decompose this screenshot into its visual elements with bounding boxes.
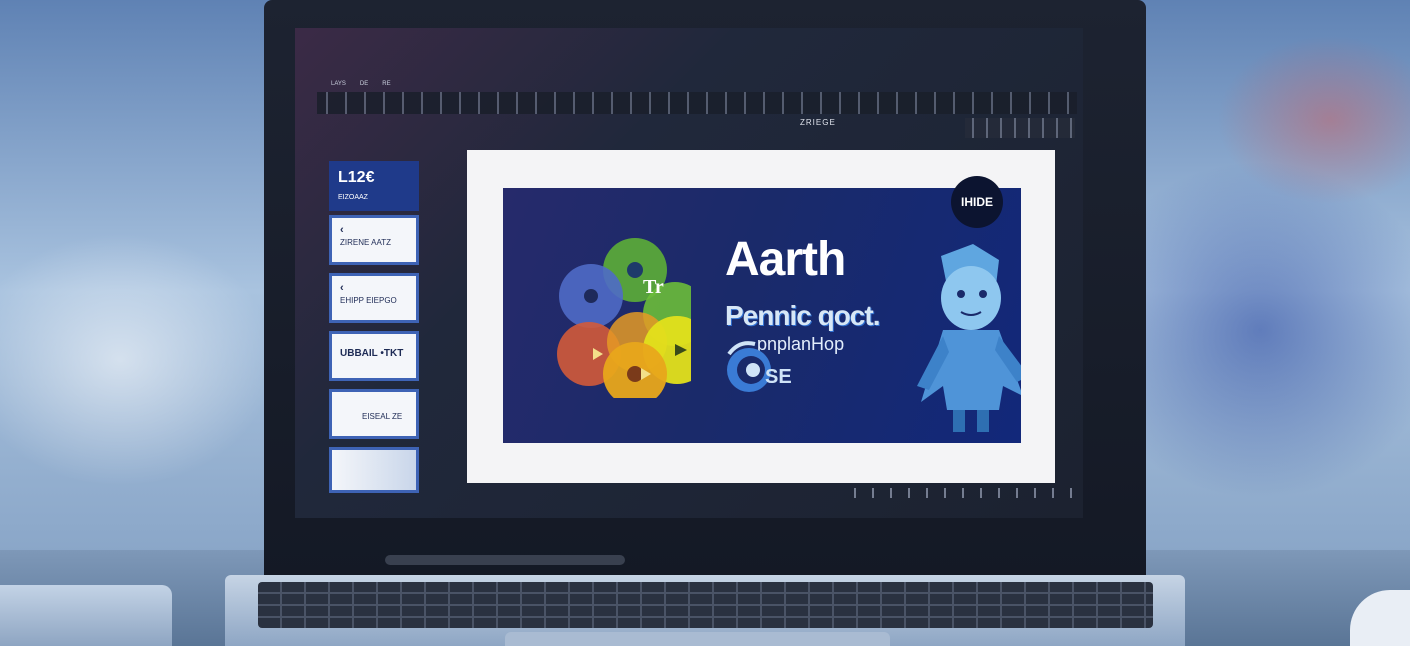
slide-thumbnail-1[interactable]: L12€ EIZOAAZ bbox=[329, 161, 419, 211]
trackpad bbox=[505, 632, 890, 646]
chevron-left-icon: ‹ bbox=[340, 282, 344, 294]
slide-canvas[interactable]: Tr Aarth Pennic qoct. pnplanHop SE IHIDE bbox=[467, 150, 1055, 483]
chevron-left-icon: ‹ bbox=[340, 224, 344, 236]
document-name: ZRIEGE bbox=[800, 118, 836, 127]
slide-thumbnails: L12€ EIZOAAZ ‹ ZIRENE AATZ ‹ EHIPP EIEPG… bbox=[329, 161, 421, 501]
laptop-hinge bbox=[385, 555, 625, 565]
thumb-title: L12€ bbox=[338, 169, 375, 186]
slide-subtitle[interactable]: Pennic qoct. bbox=[725, 300, 880, 332]
slide-thumbnail-3[interactable]: ‹ EHIPP EIEPGO bbox=[329, 273, 419, 323]
slide-thumbnail-6[interactable] bbox=[329, 447, 419, 493]
slide-thumbnail-4[interactable]: UBBAIL •TKT bbox=[329, 331, 419, 381]
menu-item-de[interactable]: DE bbox=[360, 81, 368, 87]
current-slide[interactable]: Tr Aarth Pennic qoct. pnplanHop SE bbox=[503, 188, 1021, 443]
keyboard-rows bbox=[258, 582, 1153, 628]
menu-item-re[interactable]: RE bbox=[382, 81, 390, 87]
laptop-screen: LAYS DE RE ZRIEGE L12€ EIZOAAZ ‹ ZIRENE … bbox=[295, 28, 1083, 518]
logo-text: SE bbox=[765, 366, 792, 388]
ribbon-right-controls[interactable] bbox=[965, 118, 1075, 138]
side-laptop bbox=[0, 585, 172, 646]
slide-badge: IHIDE bbox=[951, 176, 1003, 228]
mascot-character-icon bbox=[917, 244, 1021, 432]
flower-label: Tr bbox=[643, 276, 664, 298]
thumb-subtitle: EIZOAAZ bbox=[338, 194, 368, 201]
thumb-label: EHIPP EIEPGO bbox=[340, 296, 397, 305]
thumb-label: ZIRENE AATZ bbox=[340, 238, 391, 247]
slide-thumbnail-2[interactable]: ‹ ZIRENE AATZ bbox=[329, 215, 419, 265]
thumb-label: UBBAIL •TKT bbox=[340, 348, 404, 359]
slide-thumbnail-5[interactable]: EISEAL ZE bbox=[329, 389, 419, 439]
menu-item-lays[interactable]: LAYS bbox=[331, 81, 346, 87]
flower-graphic bbox=[557, 238, 691, 398]
window-title bbox=[650, 65, 740, 75]
ribbon-toolbar[interactable] bbox=[317, 92, 1077, 114]
menu-bar: LAYS DE RE bbox=[317, 78, 1083, 90]
thumb-label: EISEAL ZE bbox=[362, 412, 403, 421]
slide-title[interactable]: Aarth bbox=[725, 232, 846, 287]
status-bar[interactable] bbox=[845, 488, 1075, 498]
